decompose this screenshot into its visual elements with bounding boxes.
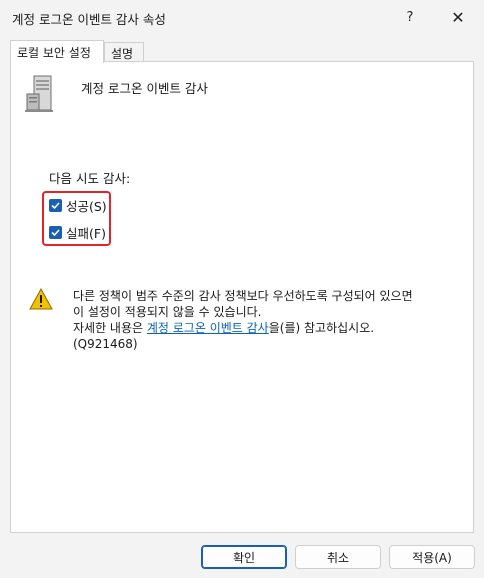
tab-label: 설명	[111, 47, 134, 61]
warning-suffix: 을(를) 참고하십시오.	[268, 321, 375, 335]
checkbox-label: 성공(S)	[66, 198, 107, 214]
apply-button[interactable]: 적용(A)	[389, 545, 475, 569]
kb-reference: (Q921468)	[73, 337, 138, 351]
tab-label: 로컬 보안 설정	[17, 46, 91, 60]
warning-prefix: 자세한 내용은	[73, 321, 147, 335]
tab-explain[interactable]: 설명	[104, 42, 144, 62]
checkbox-label: 실패(F)	[66, 225, 106, 241]
checkbox-checked-icon[interactable]	[49, 225, 62, 239]
warning-line: 다른 정책이 범주 수준의 감사 정책보다 우선하도록 구성되어 있으면	[73, 289, 413, 303]
close-icon: ✕	[451, 7, 465, 27]
ok-button[interactable]: 확인	[201, 545, 287, 569]
help-button[interactable]: ?	[392, 4, 428, 30]
warning-text: 다른 정책이 범주 수준의 감사 정책보다 우선하도록 구성되어 있으면 이 설…	[73, 288, 465, 352]
checkbox-success[interactable]: 성공(S)	[49, 196, 107, 214]
close-button[interactable]: ✕	[440, 4, 476, 30]
cancel-button[interactable]: 취소	[295, 545, 381, 569]
window-title: 계정 로그온 이벤트 감사 속성	[12, 12, 166, 27]
checkbox-checked-icon[interactable]	[49, 198, 62, 212]
warning-icon	[29, 288, 53, 310]
tab-local-security-setting[interactable]: 로컬 보안 설정	[10, 40, 104, 63]
policy-help-link[interactable]: 계정 로그온 이벤트 감사	[147, 321, 269, 335]
policy-name: 계정 로그온 이벤트 감사	[81, 81, 208, 96]
server-icon	[25, 75, 53, 112]
help-icon: ?	[406, 9, 414, 25]
checkbox-failure[interactable]: 실패(F)	[49, 223, 106, 241]
tab-panel: 계정 로그온 이벤트 감사 다음 시도 감사: 성공(S) 실패(F) 다른 정…	[10, 61, 474, 533]
warning-line: 자세한 내용은 계정 로그온 이벤트 감사을(를) 참고하십시오.	[73, 320, 465, 336]
title-bar: 계정 로그온 이벤트 감사 속성 ? ✕	[0, 0, 484, 34]
warning-line: 이 설정이 적용되지 않을 수 있습니다.	[73, 305, 262, 319]
audit-label: 다음 시도 감사:	[49, 171, 131, 186]
